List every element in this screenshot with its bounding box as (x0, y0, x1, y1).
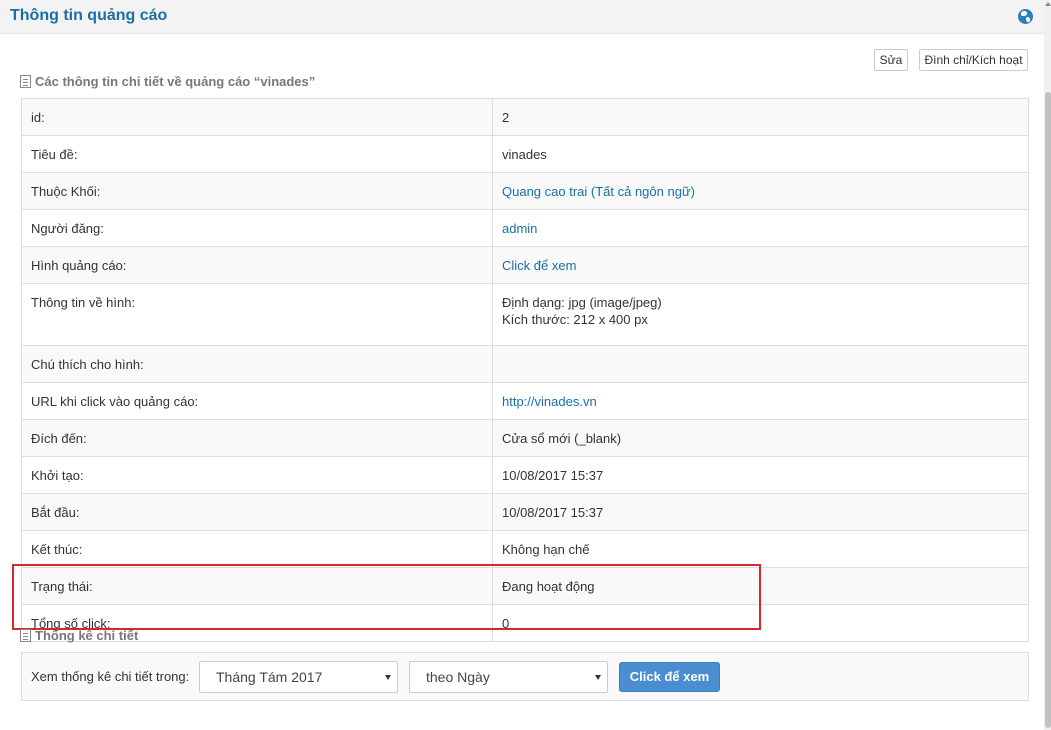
table-row: Thuộc Khối: Quang cao trai (Tất cả ngôn … (21, 172, 1029, 210)
row-label: Kết thúc: (21, 530, 493, 568)
details-caption-text: Các thông tin chi tiết về quảng cáo “vin… (35, 74, 316, 89)
row-label: id: (21, 98, 493, 136)
scroll-up-arrow-icon[interactable] (1045, 2, 1051, 6)
highlight-box (12, 564, 761, 630)
row-value: admin (492, 209, 1029, 247)
image-format: Định dạng: jpg (image/jpeg) (502, 295, 662, 310)
filter-label: Xem thống kê chi tiết trong: (31, 669, 190, 684)
row-value: 10/08/2017 15:37 (492, 456, 1029, 494)
target-url-link[interactable]: http://vinades.vn (502, 394, 597, 409)
row-value: Quang cao trai (Tất cả ngôn ngữ) (492, 172, 1029, 210)
poster-link[interactable]: admin (502, 221, 537, 236)
table-row: Hình quảng cáo: Click để xem (21, 246, 1029, 284)
row-value: Cửa sổ mới (_blank) (492, 419, 1029, 457)
row-value: Không hạn chế (492, 530, 1029, 568)
stats-caption-text: Thống kê chi tiết (35, 628, 139, 643)
table-row: Khởi tạo: 10/08/2017 15:37 (21, 456, 1029, 494)
row-value: 2 (492, 98, 1029, 136)
view-image-link[interactable]: Click để xem (502, 258, 576, 273)
row-value: vinades (492, 135, 1029, 173)
row-value: http://vinades.vn (492, 382, 1029, 420)
stats-filter: Xem thống kê chi tiết trong: Tháng Tám 2… (21, 652, 1029, 701)
block-link[interactable]: Quang cao trai (Tất cả ngôn ngữ) (502, 184, 695, 199)
details-caption: Các thông tin chi tiết về quảng cáo “vin… (20, 74, 315, 89)
panel-heading: Thông tin quảng cáo (0, 0, 1051, 34)
row-label: Tiêu đề: (21, 135, 493, 173)
image-size: Kích thước: 212 x 400 px (502, 312, 648, 327)
table-row: URL khi click vào quảng cáo: http://vina… (21, 382, 1029, 420)
table-row: Chú thích cho hình: (21, 345, 1029, 383)
row-label: URL khi click vào quảng cáo: (21, 382, 493, 420)
row-label: Đích đến: (21, 419, 493, 457)
row-value: 10/08/2017 15:37 (492, 493, 1029, 531)
table-row: Thông tin về hình: Định dạng: jpg (image… (21, 283, 1029, 346)
table-row: id: 2 (21, 98, 1029, 136)
row-label: Bắt đầu: (21, 493, 493, 531)
table-row: Bắt đầu: 10/08/2017 15:37 (21, 493, 1029, 531)
month-select-value: Tháng Tám 2017 (216, 669, 323, 685)
row-value: Định dạng: jpg (image/jpeg) Kích thước: … (492, 283, 1029, 346)
document-icon (20, 75, 31, 88)
chevron-down-icon (385, 675, 391, 680)
month-select[interactable]: Tháng Tám 2017 (199, 661, 398, 693)
table-row: Người đăng: admin (21, 209, 1029, 247)
row-value (492, 345, 1029, 383)
row-label: Khởi tạo: (21, 456, 493, 494)
unit-select[interactable]: theo Ngày (409, 661, 608, 693)
details-table: id: 2 Tiêu đề: vinades Thuộc Khối: Quang… (21, 98, 1029, 642)
table-row: Đích đến: Cửa sổ mới (_blank) (21, 419, 1029, 457)
page-title: Thông tin quảng cáo (10, 7, 168, 24)
stats-caption: Thống kê chi tiết (20, 628, 138, 643)
row-label: Chú thích cho hình: (21, 345, 493, 383)
row-label: Thuộc Khối: (21, 172, 493, 210)
unit-select-value: theo Ngày (426, 669, 490, 685)
chevron-down-icon (595, 675, 601, 680)
ad-info-panel: Thông tin quảng cáo Sửa Đình chỉ/Kích ho… (0, 0, 1051, 730)
row-label: Hình quảng cáo: (21, 246, 493, 284)
view-stats-button[interactable]: Click để xem (619, 662, 720, 692)
suspend-activate-button[interactable]: Đình chỉ/Kích hoạt (919, 49, 1028, 71)
row-value: Click để xem (492, 246, 1029, 284)
scrollbar-thumb[interactable] (1045, 92, 1051, 728)
table-row: Kết thúc: Không hạn chế (21, 530, 1029, 568)
document-icon (20, 629, 31, 642)
row-label: Người đăng: (21, 209, 493, 247)
edit-button[interactable]: Sửa (874, 49, 908, 71)
globe-icon[interactable] (1018, 9, 1033, 24)
row-label: Thông tin về hình: (21, 283, 493, 346)
table-row: Tiêu đề: vinades (21, 135, 1029, 173)
